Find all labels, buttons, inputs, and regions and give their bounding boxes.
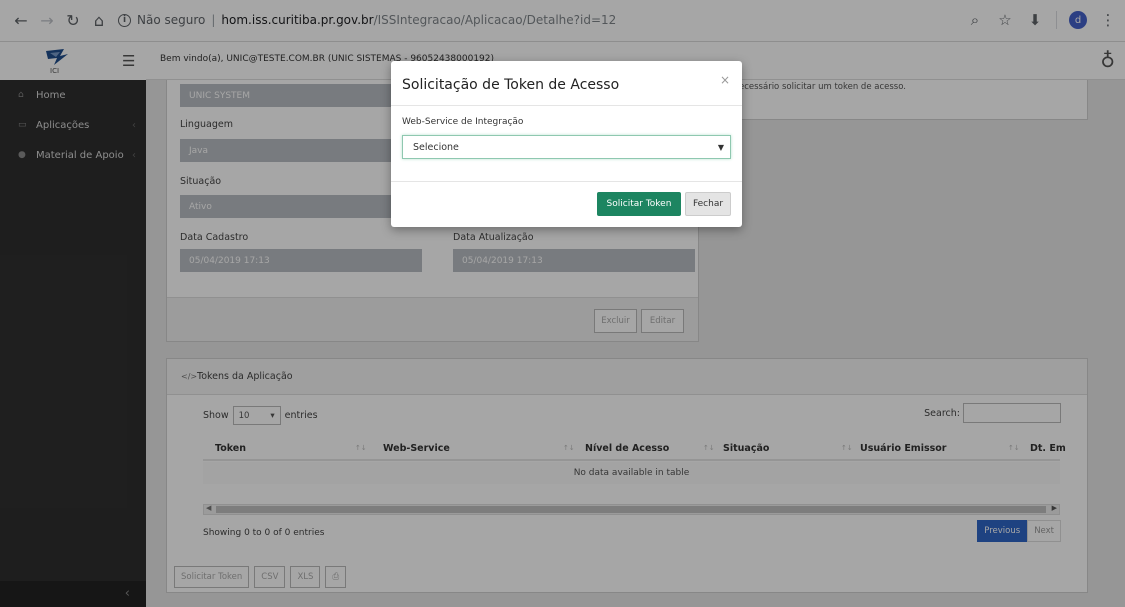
modal-divider (391, 181, 742, 182)
web-service-label: Web-Service de Integração (402, 117, 524, 127)
fechar-button[interactable]: Fechar (685, 192, 731, 216)
modal-title: Solicitação de Token de Acesso (402, 77, 620, 93)
caret-down-icon: ▼ (717, 142, 724, 152)
solicitar-token-button[interactable]: Solicitar Token (597, 192, 681, 216)
close-icon[interactable]: × (720, 73, 730, 87)
web-service-selected-value: Selecione (413, 141, 459, 153)
modal-divider (391, 105, 742, 106)
token-request-modal: Solicitação de Token de Acesso × Web-Ser… (391, 61, 742, 227)
web-service-select[interactable]: Selecione ▼ (402, 135, 731, 159)
